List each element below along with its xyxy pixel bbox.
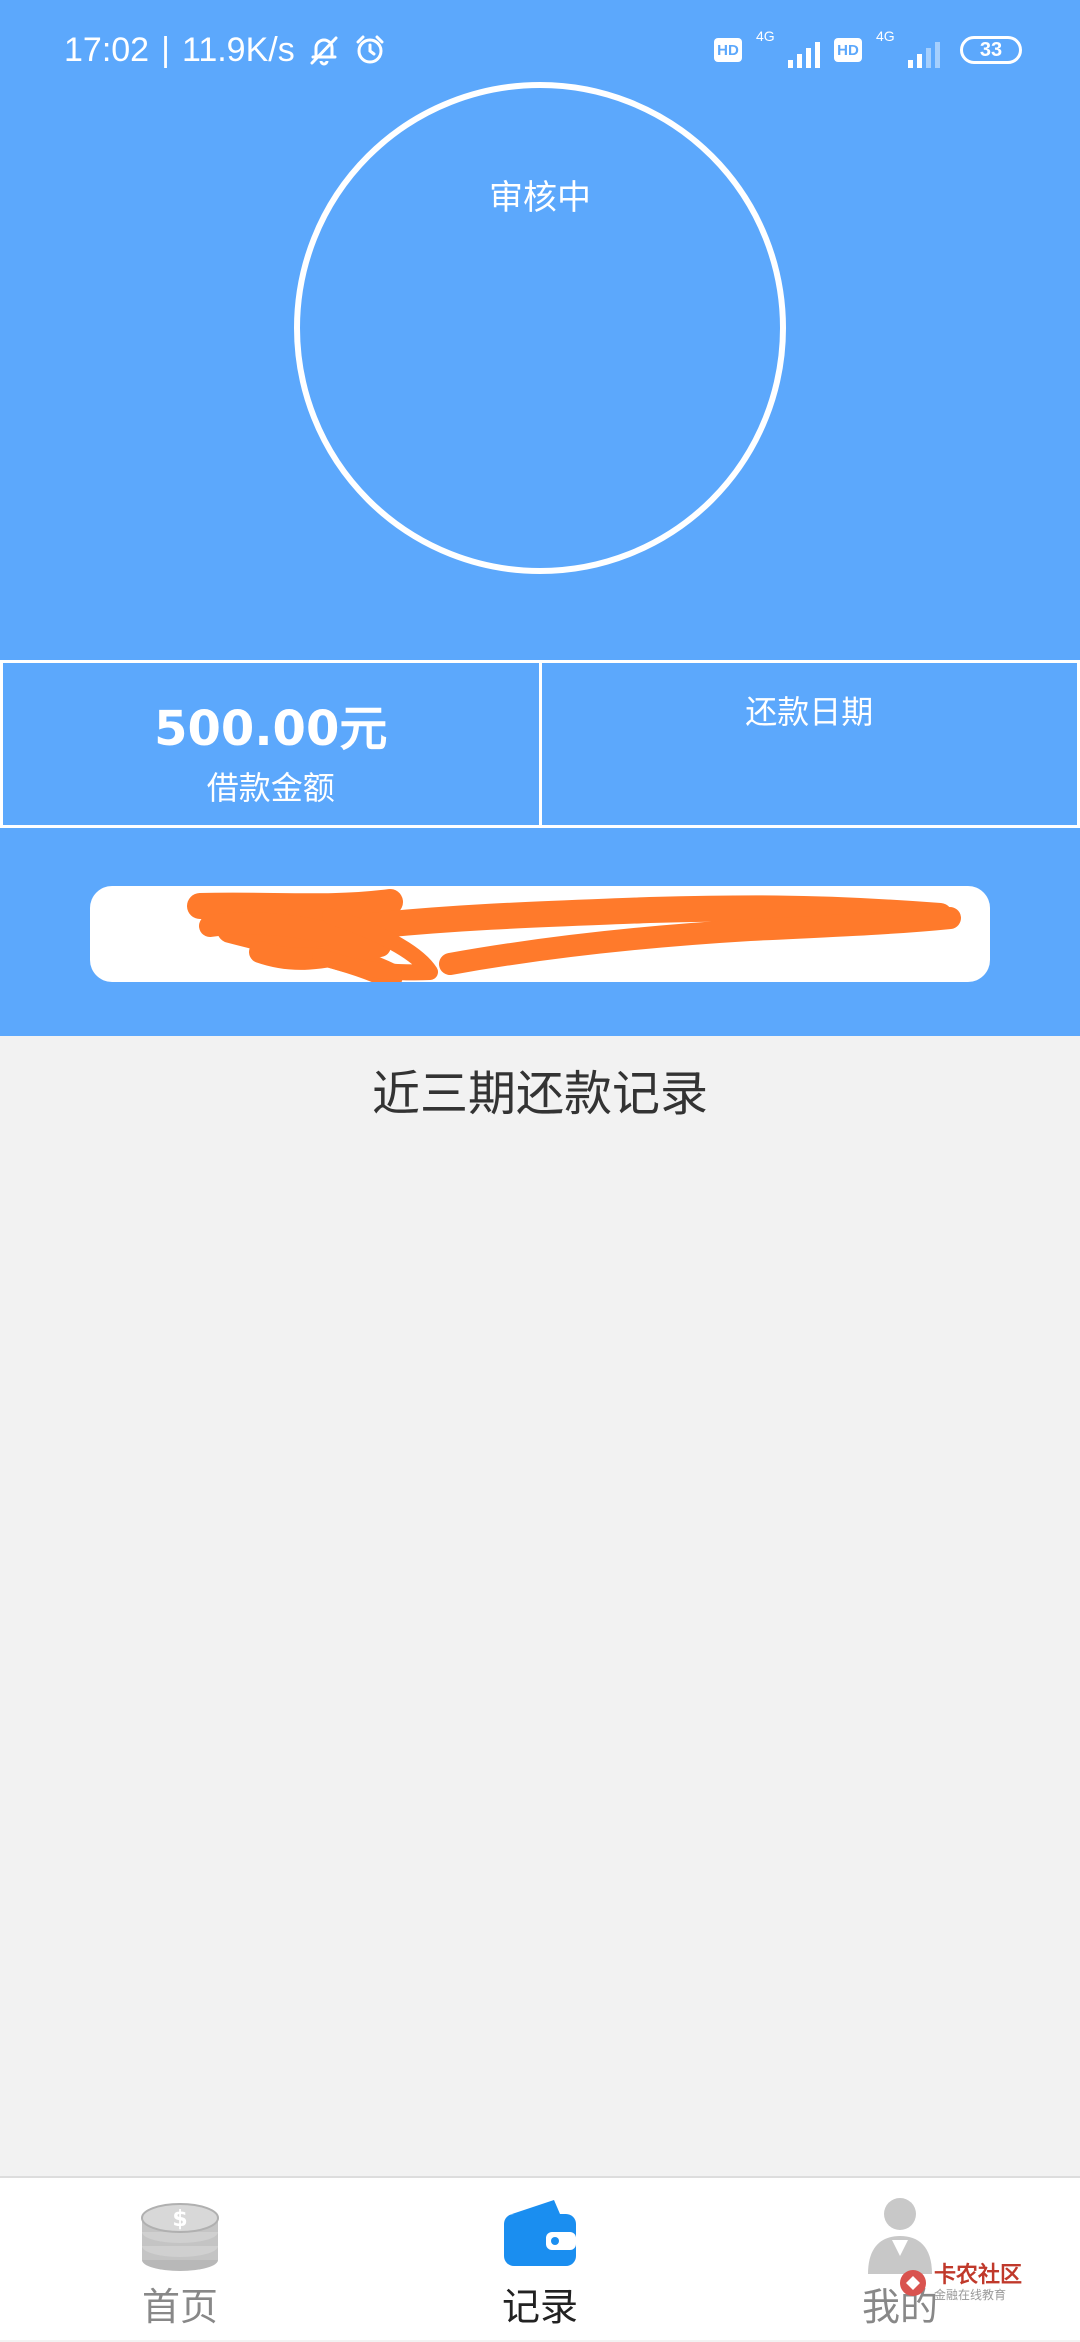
repay-date-label: 还款日期 <box>542 687 1078 733</box>
bottom-tab-bar: $ 首页 记录 我的 <box>0 2176 1080 2340</box>
battery-icon: 33 <box>960 36 1022 64</box>
loan-amount-label: 借款金额 <box>3 763 539 809</box>
loan-amount-cell: 500.00元 借款金额 <box>0 663 539 825</box>
tab-home-label: 首页 <box>0 2276 360 2331</box>
watermark-title: 卡农社区 <box>934 2264 1022 2288</box>
tab-mine[interactable]: 我的 <box>720 2178 1080 2342</box>
tab-records-label: 记录 <box>360 2276 720 2331</box>
watermark: 卡农社区 金融在线教育 <box>898 2264 1022 2302</box>
mute-bell-icon <box>307 33 341 67</box>
tab-home[interactable]: $ 首页 <box>0 2178 360 2342</box>
svg-text:$: $ <box>172 2207 187 2232</box>
status-left: 17:02 | 11.9K/s <box>64 28 387 72</box>
watermark-logo-icon <box>898 2268 928 2298</box>
redaction-scribble <box>90 886 990 982</box>
hd-badge-1: HD <box>714 38 742 62</box>
status-time: 17:02 <box>64 28 149 72</box>
tab-records[interactable]: 记录 <box>360 2178 720 2342</box>
review-status-text: 审核中 <box>300 170 780 219</box>
network-type-2: 4G <box>876 28 895 44</box>
coins-icon: $ <box>138 2194 222 2282</box>
status-right: HD 4G HD 4G 33 <box>714 30 1022 70</box>
repay-date-cell: 还款日期 <box>539 663 1080 825</box>
loan-amount-value: 500.00元 <box>3 689 539 759</box>
network-type-1: 4G <box>756 28 775 44</box>
loan-info-row: 500.00元 借款金额 还款日期 <box>0 660 1080 828</box>
hd-badge-2: HD <box>834 38 862 62</box>
wallet-icon <box>498 2194 582 2282</box>
review-status-circle: 审核中 <box>294 82 786 574</box>
signal-icon: 4G <box>876 30 940 70</box>
header-panel: 17:02 | 11.9K/s HD <box>0 0 1080 1036</box>
alarm-clock-icon <box>353 33 387 67</box>
battery-level: 33 <box>980 39 1002 62</box>
records-title: 近三期还款记录 <box>0 1054 1080 1124</box>
network-speed: 11.9K/s <box>182 28 295 72</box>
signal-icon: 4G <box>756 30 820 70</box>
watermark-subtitle: 金融在线教育 <box>934 2288 1022 2302</box>
bank-card-pill <box>90 886 990 982</box>
status-separator: | <box>161 28 170 72</box>
